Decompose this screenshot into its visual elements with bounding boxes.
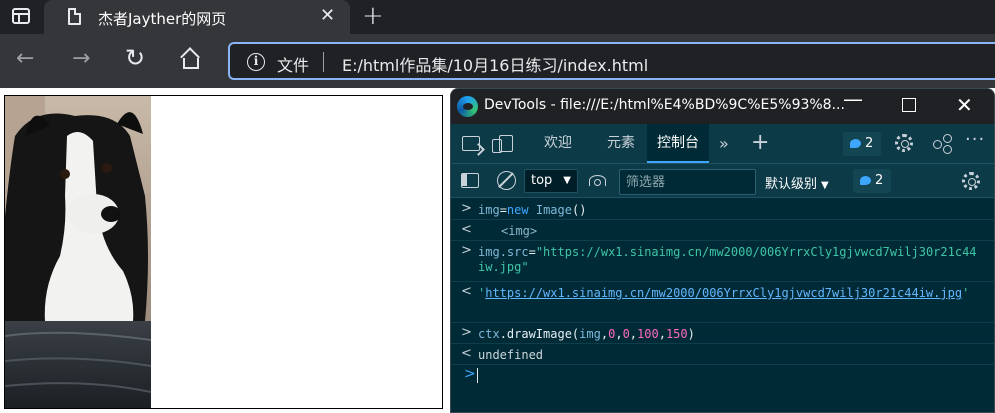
settings-gear-icon[interactable]	[895, 134, 913, 152]
devtools-tab-bar: 欢迎 元素 控制台 » + 2 ···	[451, 123, 994, 164]
tab-title: 杰者Jayther的网页	[98, 10, 227, 28]
device-emulation-icon[interactable]	[492, 135, 513, 153]
forward-icon[interactable]: →	[72, 46, 90, 71]
console-result[interactable]: <img>	[501, 224, 994, 239]
output-chevron: <	[461, 284, 472, 299]
page-content	[0, 88, 450, 413]
more-tabs-icon[interactable]: »	[719, 124, 729, 163]
minimize-icon[interactable]: —	[843, 89, 863, 111]
console-filter-input[interactable]	[619, 169, 756, 195]
add-tab-icon[interactable]: +	[751, 123, 769, 162]
console-line: < undefined	[451, 344, 994, 365]
filter-issues-count: 2	[875, 173, 884, 188]
context-value: top	[531, 173, 553, 188]
input-chevron: >	[461, 243, 472, 258]
log-level-select[interactable]: 默认级别 ▼	[765, 173, 829, 192]
address-scheme-label: 文件	[277, 56, 310, 75]
console-code: ctx.drawImage(img,0,0,100,150)	[478, 327, 695, 341]
edge-logo-icon	[457, 96, 478, 117]
output-chevron: <	[461, 222, 472, 237]
reload-icon[interactable]: ↻	[125, 44, 145, 72]
issues-icon	[850, 139, 861, 148]
prompt-chevron: >	[464, 366, 476, 382]
url-link[interactable]: https://wx1.sinaimg.cn/mw2000/006YrrxCly…	[485, 286, 962, 300]
filter-issues-badge[interactable]: 2	[853, 169, 892, 193]
clear-console-icon[interactable]	[497, 171, 516, 190]
new-tab-icon[interactable]: +	[362, 1, 384, 31]
live-expression-eye-icon[interactable]	[589, 175, 606, 186]
canvas	[4, 95, 443, 409]
console-line: < 'https://wx1.sinaimg.cn/mw2000/006Yrrx…	[451, 282, 994, 323]
log-level-value: 默认级别	[765, 177, 818, 192]
console-filter-bar: top ▼ 默认级别▼ 2	[451, 164, 994, 198]
page-icon	[68, 8, 81, 25]
issues-icon	[860, 176, 871, 185]
console-result: undefined	[478, 348, 544, 362]
browser-tab-strip: 杰者Jayther的网页 ✕ +	[0, 0, 995, 34]
address-divider	[323, 52, 324, 72]
tab-elements[interactable]: 元素	[597, 124, 645, 163]
console-line: < <img>	[451, 220, 994, 241]
maximize-icon[interactable]	[902, 98, 916, 112]
tab-console[interactable]: 控制台	[647, 124, 709, 163]
home-icon[interactable]	[180, 47, 202, 71]
browser-tab[interactable]: 杰者Jayther的网页 ✕	[44, 0, 350, 34]
console-output[interactable]: > img=new Image() < <img> > img.src="htt…	[451, 199, 994, 412]
close-window-icon[interactable]: ✕	[956, 93, 973, 117]
address-bar[interactable]: i 文件 E:/html作品集/10月16日练习/index.html	[228, 42, 995, 80]
more-options-icon[interactable]: ···	[965, 129, 985, 150]
show-sidebar-icon[interactable]	[461, 173, 479, 188]
dog-photo	[5, 96, 151, 408]
address-url[interactable]: E:/html作品集/10月16日练习/index.html	[342, 52, 648, 76]
console-result: 'https://wx1.sinaimg.cn/mw2000/006YrrxCl…	[478, 286, 970, 300]
console-code: img=new Image()	[478, 203, 587, 217]
console-settings-gear-icon[interactable]	[962, 172, 980, 190]
console-code: img.src="https://wx1.sinaimg.cn/mw2000/0…	[478, 245, 977, 274]
console-line: > img.src="https://wx1.sinaimg.cn/mw2000…	[451, 241, 994, 282]
console-prompt[interactable]: >	[451, 365, 994, 387]
caret-down-icon: ▼	[563, 175, 571, 186]
devtools-titlebar: DevTools - file:///E:/html%E4%BD%9C%E5%9…	[451, 89, 994, 124]
customize-icon[interactable]	[933, 134, 953, 154]
devtools-title: DevTools - file:///E:/html%E4%BD%9C%E5%9…	[484, 97, 845, 113]
info-icon[interactable]: i	[247, 53, 265, 71]
inspect-element-icon[interactable]	[462, 136, 480, 151]
issues-count: 2	[865, 136, 874, 151]
tab-actions-icon[interactable]	[12, 8, 30, 24]
console-line: > ctx.drawImage(img,0,0,100,150)	[451, 323, 994, 344]
back-icon[interactable]: ←	[16, 46, 34, 71]
input-chevron: >	[461, 201, 472, 216]
context-select[interactable]: top ▼	[524, 169, 578, 193]
devtools-window: DevTools - file:///E:/html%E4%BD%9C%E5%9…	[450, 88, 995, 413]
close-tab-icon[interactable]: ✕	[320, 5, 335, 26]
console-line: > img=new Image()	[451, 199, 994, 220]
issues-badge[interactable]: 2	[843, 132, 882, 156]
tab-welcome[interactable]: 欢迎	[531, 124, 585, 163]
text-cursor	[477, 368, 478, 383]
browser-toolbar: ← → ↻ i 文件 E:/html作品集/10月16日练习/index.htm…	[0, 34, 995, 88]
output-chevron: <	[461, 346, 472, 361]
caret-down-icon: ▼	[821, 180, 829, 191]
input-chevron: >	[461, 325, 472, 340]
